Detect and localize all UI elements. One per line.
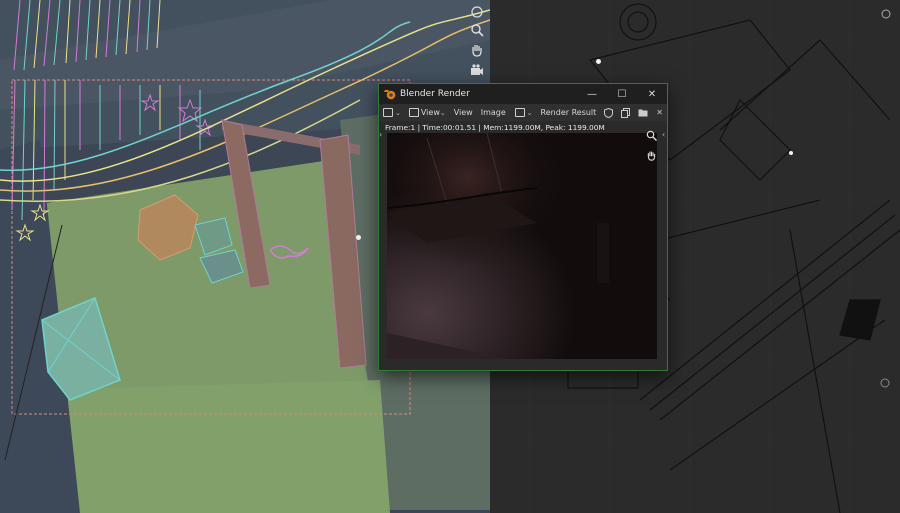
render-window-titlebar[interactable]: Blender Render — ☐ ✕ — [379, 84, 667, 104]
chevron-down-icon: ⌄ — [395, 108, 401, 117]
duplicate-icon[interactable] — [617, 104, 634, 121]
view-mode-dropdown[interactable]: View ⌄ — [405, 104, 450, 121]
view-menu-label: View — [420, 108, 440, 117]
hand-icon[interactable] — [644, 148, 658, 162]
zoom-icon[interactable] — [644, 128, 658, 142]
unlink-close-icon[interactable]: ✕ — [652, 104, 667, 121]
chevron-down-icon: ⌄ — [439, 108, 446, 117]
light-point[interactable] — [789, 151, 793, 155]
image-icon — [514, 108, 525, 117]
image-browse-dropdown[interactable]: ⌄ — [511, 104, 537, 121]
render-status-line: Frame:1 | Time:00:01.51 | Mem:1199.00M, … — [385, 123, 605, 132]
maximize-button[interactable]: ☐ — [607, 84, 637, 104]
minimize-button[interactable]: — — [577, 84, 607, 104]
view-menu[interactable]: View — [450, 104, 477, 121]
viewport-navigation-gizmo — [463, 0, 491, 90]
image-editor-icon — [383, 108, 393, 117]
sidebar-expand-arrow-icon[interactable]: ‹ — [662, 130, 667, 139]
zoom-icon[interactable] — [467, 20, 487, 40]
render-window-title: Blender Render — [400, 89, 470, 99]
image-menu[interactable]: Image — [477, 104, 510, 121]
light-point[interactable] — [596, 59, 601, 64]
globe-icon[interactable] — [467, 2, 487, 22]
rendered-scene-graphic — [387, 133, 657, 359]
folder-icon[interactable] — [634, 104, 652, 121]
close-button[interactable]: ✕ — [637, 84, 667, 104]
toolbar-expand-arrow-icon[interactable]: › — [379, 130, 384, 139]
hand-icon[interactable] — [467, 40, 487, 60]
editor-type-dropdown[interactable]: ⌄ — [379, 104, 405, 121]
light-origin-point[interactable] — [356, 235, 361, 240]
render-result-image[interactable] — [387, 133, 657, 359]
fake-user-shield-icon[interactable] — [600, 104, 617, 121]
camera-icon[interactable] — [467, 60, 487, 80]
render-window[interactable]: Blender Render — ☐ ✕ ⌄ View ⌄ View Image … — [378, 83, 668, 371]
chevron-down-icon: ⌄ — [526, 108, 533, 117]
blender-logo-icon — [384, 90, 396, 100]
view-mode-icon — [408, 108, 419, 117]
image-name-field[interactable]: Render Result — [537, 104, 601, 121]
image-editor-header: ⌄ View ⌄ View Image ⌄ Render Result ✕ — [379, 104, 667, 121]
